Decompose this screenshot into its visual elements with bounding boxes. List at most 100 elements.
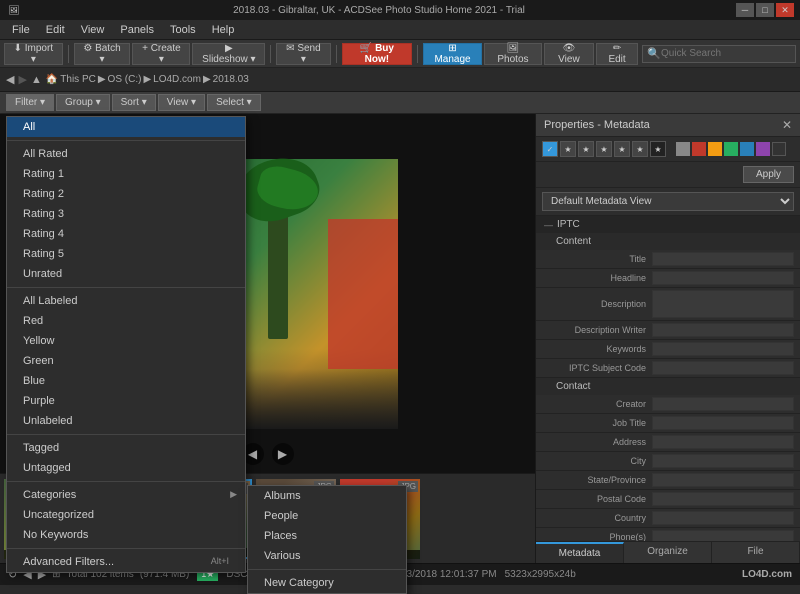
filter-all-labeled[interactable]: All Labeled xyxy=(7,291,245,311)
quick-search-box[interactable]: 🔍 xyxy=(642,45,796,63)
menu-panels[interactable]: Panels xyxy=(112,22,162,38)
forward-icon[interactable]: ▶ xyxy=(18,73,26,86)
creator-input[interactable] xyxy=(652,397,794,411)
rating-checkbox[interactable]: ✓ xyxy=(542,141,558,157)
star-1[interactable]: ★ xyxy=(560,141,576,157)
color-dark[interactable] xyxy=(772,142,786,156)
filter-rating-5[interactable]: Rating 5 xyxy=(7,244,245,264)
desc-writer-input[interactable] xyxy=(652,323,794,337)
filter-purple[interactable]: Purple xyxy=(7,391,245,411)
create-button[interactable]: + Create ▾ xyxy=(132,43,190,65)
filter-all-rated[interactable]: All Rated xyxy=(7,144,245,164)
filter-tagged[interactable]: Tagged xyxy=(7,438,245,458)
file-tab[interactable]: File xyxy=(712,542,800,563)
path-lo4d[interactable]: LO4D.com xyxy=(153,74,201,85)
cat-various[interactable]: Various xyxy=(248,546,406,566)
phones-input[interactable] xyxy=(652,530,794,541)
star-4[interactable]: ★ xyxy=(614,141,630,157)
import-button[interactable]: ⬇ Import ▾ xyxy=(4,43,63,65)
cat-albums[interactable]: Albums xyxy=(248,486,406,506)
keywords-input[interactable] xyxy=(652,342,794,356)
path-folder[interactable]: 2018.03 xyxy=(213,74,249,85)
properties-title: Properties - Metadata xyxy=(544,119,650,131)
cat-new[interactable]: New Category xyxy=(248,573,406,593)
view-filter-button[interactable]: View ▾ xyxy=(158,94,205,111)
properties-close-button[interactable]: ✕ xyxy=(782,118,792,132)
city-input[interactable] xyxy=(652,454,794,468)
star-2[interactable]: ★ xyxy=(578,141,594,157)
metadata-tab[interactable]: Metadata xyxy=(536,542,624,563)
edit-button[interactable]: ✏ Edit xyxy=(596,43,638,65)
iptc-subject-input[interactable] xyxy=(652,361,794,375)
filter-rating-4[interactable]: Rating 4 xyxy=(7,224,245,244)
menu-file[interactable]: File xyxy=(4,22,38,38)
path-os-c[interactable]: OS (C:) xyxy=(108,74,142,85)
color-blue[interactable] xyxy=(740,142,754,156)
color-green[interactable] xyxy=(724,142,738,156)
batch-button[interactable]: ⚙ Batch ▾ xyxy=(74,43,131,65)
filter-categories[interactable]: Categories Albums People Places Various … xyxy=(7,485,245,505)
close-button[interactable]: ✕ xyxy=(776,3,794,17)
next-arrow[interactable]: ▶ xyxy=(272,443,294,465)
job-title-input[interactable] xyxy=(652,416,794,430)
up-icon[interactable]: ▲ xyxy=(31,74,42,86)
menu-view[interactable]: View xyxy=(73,22,113,38)
metadata-view-dropdown[interactable]: Default Metadata View xyxy=(542,192,794,211)
photos-button[interactable]: 🖼 Photos xyxy=(484,43,542,65)
color-purple[interactable] xyxy=(756,142,770,156)
filter-unrated[interactable]: Unrated xyxy=(7,264,245,284)
filter-all[interactable]: All xyxy=(7,117,245,137)
menu-tools[interactable]: Tools xyxy=(162,22,204,38)
select-button[interactable]: Select ▾ xyxy=(207,94,261,111)
back-icon[interactable]: ◀ xyxy=(6,73,14,86)
filter-unlabeled[interactable]: Unlabeled xyxy=(7,411,245,431)
path-sep-3: ▶ xyxy=(203,74,211,85)
cat-people[interactable]: People xyxy=(248,506,406,526)
desc-writer-label: Description Writer xyxy=(542,325,652,335)
menu-edit[interactable]: Edit xyxy=(38,22,73,38)
sort-button[interactable]: Sort ▾ xyxy=(112,94,156,111)
title-input[interactable] xyxy=(652,252,794,266)
maximize-button[interactable]: □ xyxy=(756,3,774,17)
apply-button[interactable]: Apply xyxy=(743,166,794,183)
group-button[interactable]: Group ▾ xyxy=(56,94,110,111)
filter-advanced[interactable]: Advanced Filters... Alt+I xyxy=(7,552,245,572)
star-dark[interactable]: ★ xyxy=(650,141,666,157)
filter-yellow[interactable]: Yellow xyxy=(7,331,245,351)
filter-untagged[interactable]: Untagged xyxy=(7,458,245,478)
address-input[interactable] xyxy=(652,435,794,449)
iptc-collapse-icon[interactable]: — xyxy=(544,220,553,230)
headline-input[interactable] xyxy=(652,271,794,285)
postal-input[interactable] xyxy=(652,492,794,506)
manage-button[interactable]: ⊞ Manage xyxy=(423,43,482,65)
filter-rating-1[interactable]: Rating 1 xyxy=(7,164,245,184)
slideshow-button[interactable]: ▶ Slideshow ▾ xyxy=(192,43,265,65)
quick-search-input[interactable] xyxy=(661,48,791,59)
color-gray[interactable] xyxy=(676,142,690,156)
state-input[interactable] xyxy=(652,473,794,487)
send-button[interactable]: ✉ Send ▾ xyxy=(276,43,330,65)
filter-button[interactable]: Filter ▾ xyxy=(6,94,54,111)
window-controls[interactable]: ─ □ ✕ xyxy=(736,3,794,17)
organize-tab[interactable]: Organize xyxy=(624,542,712,563)
buy-now-button[interactable]: 🛒 Buy Now! xyxy=(342,43,413,65)
menu-help[interactable]: Help xyxy=(204,22,243,38)
country-input[interactable] xyxy=(652,511,794,525)
minimize-button[interactable]: ─ xyxy=(736,3,754,17)
filter-green[interactable]: Green xyxy=(7,351,245,371)
filter-red[interactable]: Red xyxy=(7,311,245,331)
star-5[interactable]: ★ xyxy=(632,141,648,157)
path-this-pc[interactable]: This PC xyxy=(60,74,96,85)
filter-uncategorized[interactable]: Uncategorized xyxy=(7,505,245,525)
filter-rating-2[interactable]: Rating 2 xyxy=(7,184,245,204)
cat-places[interactable]: Places xyxy=(248,526,406,546)
color-red[interactable] xyxy=(692,142,706,156)
contact-header: Contact xyxy=(536,378,800,395)
description-input[interactable] xyxy=(652,290,794,318)
filter-no-keywords[interactable]: No Keywords xyxy=(7,525,245,545)
star-3[interactable]: ★ xyxy=(596,141,612,157)
filter-blue[interactable]: Blue xyxy=(7,371,245,391)
filter-rating-3[interactable]: Rating 3 xyxy=(7,204,245,224)
view-button[interactable]: 👁 View xyxy=(544,43,594,65)
color-yellow[interactable] xyxy=(708,142,722,156)
